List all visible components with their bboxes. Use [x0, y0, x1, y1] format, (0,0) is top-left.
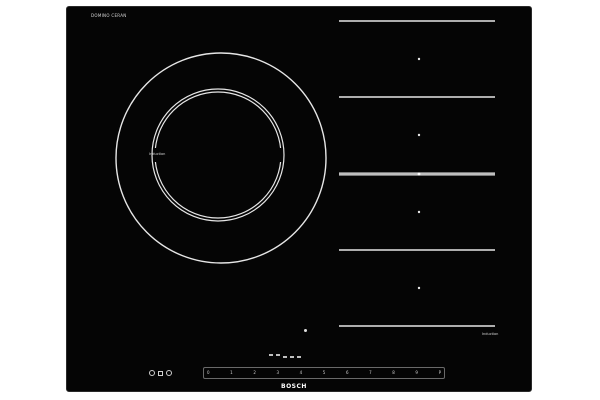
brand-name: BOSCH	[281, 383, 307, 390]
zone-marker-2	[417, 133, 421, 137]
slider-step-6[interactable]: 6	[346, 371, 349, 375]
zone-marker-4	[417, 210, 421, 214]
slider-step-4[interactable]: 4	[300, 371, 303, 375]
slider-step-2[interactable]: 2	[253, 371, 256, 375]
ring-gap-right	[280, 148, 283, 162]
slider-step-p[interactable]: P	[439, 371, 441, 375]
zone-select-dot[interactable]	[304, 329, 307, 332]
power-level-slider[interactable]: 0 1 2 3 4 5 6 7 8 9 P	[203, 367, 445, 379]
power-icon[interactable]	[149, 370, 155, 376]
outer-zone-ring	[115, 52, 327, 264]
zone-marker-1	[417, 57, 421, 61]
zone-marker-5	[417, 286, 421, 290]
slider-step-9[interactable]: 9	[415, 371, 418, 375]
slider-step-5[interactable]: 5	[323, 371, 326, 375]
slider-step-3[interactable]: 3	[276, 371, 279, 375]
inner-zone-ring-inner	[154, 91, 282, 219]
slider-step-7[interactable]: 7	[369, 371, 372, 375]
slider-step-0[interactable]: 0	[207, 371, 210, 375]
zone-marker-3	[417, 172, 421, 176]
cooking-zones-drawing	[115, 20, 495, 327]
left-zone-label: Induction	[149, 152, 166, 156]
right-zone-label: Induction	[482, 332, 499, 336]
cooktop-glass-panel: DOMINO CERAN Induction Induction 0 1 2 3…	[66, 6, 532, 392]
lock-icon[interactable]	[158, 370, 163, 376]
slider-step-1[interactable]: 1	[230, 371, 233, 375]
slider-step-8[interactable]: 8	[392, 371, 395, 375]
brand-logo-text: DOMINO CERAN	[91, 13, 127, 18]
timer-display	[269, 354, 301, 360]
inner-zone-ring-outer	[151, 88, 285, 222]
timer-icon[interactable]	[166, 370, 172, 376]
left-controls	[149, 368, 191, 378]
